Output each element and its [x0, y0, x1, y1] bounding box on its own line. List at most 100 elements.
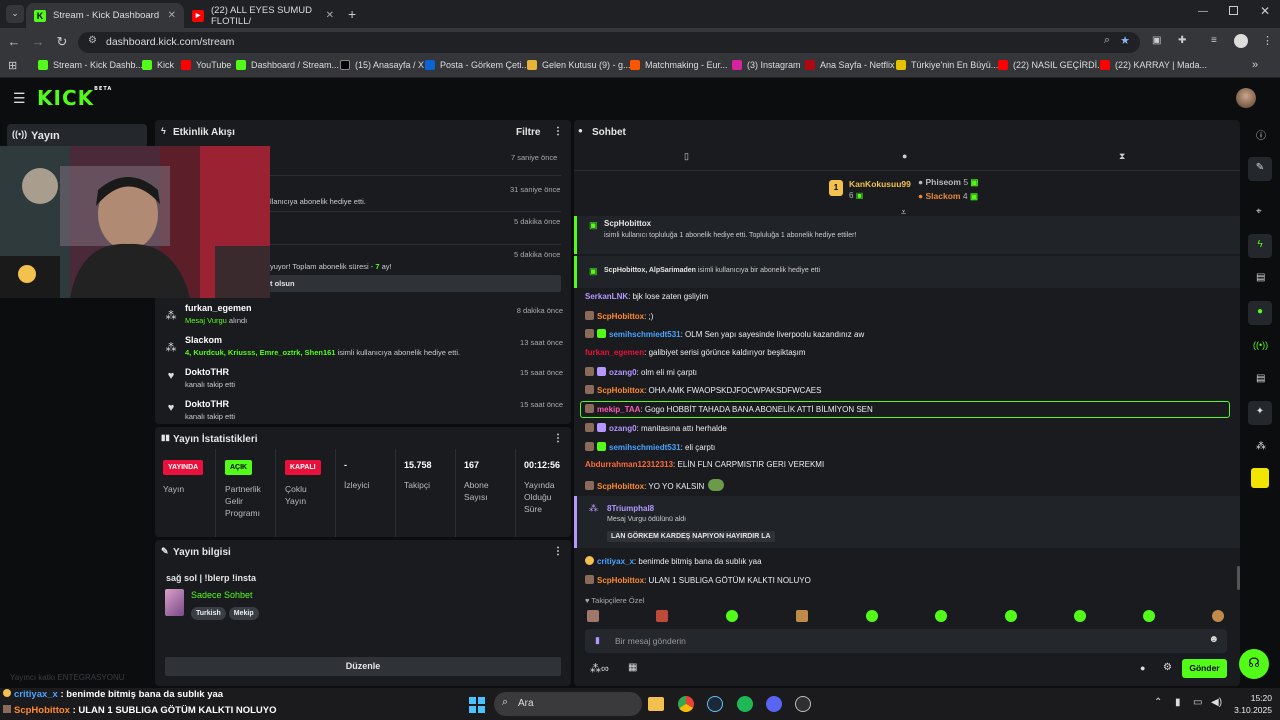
bookmark[interactable]: (22) NASIL GEÇİRDİ...	[998, 60, 1105, 70]
site-info-icon[interactable]: ⚙	[88, 35, 97, 46]
forward-button[interactable]: →	[30, 34, 46, 49]
emote[interactable]	[587, 610, 599, 622]
broadcast-icon[interactable]: ((•))	[1253, 340, 1268, 350]
microphone-icon[interactable]: ▮	[1175, 697, 1181, 708]
filter-button[interactable]: Filtre	[516, 127, 540, 138]
chrome-icon[interactable]	[678, 696, 694, 712]
infinity-icon[interactable]: ⁂∞	[590, 662, 609, 675]
spotify-icon[interactable]	[737, 696, 753, 712]
kick-logo[interactable]: KICKBETA	[37, 86, 112, 110]
emote[interactable]	[656, 610, 668, 622]
sidebar-item-stream[interactable]: ((•)) Yayın	[7, 124, 147, 148]
clock-time[interactable]: 15:20	[1236, 693, 1272, 703]
emote[interactable]	[1212, 610, 1224, 622]
pencil-icon[interactable]: ✎	[1248, 157, 1272, 181]
chat-username[interactable]: mekip_TAA	[597, 405, 640, 414]
tab-list-icon[interactable]: ≡	[1211, 35, 1217, 46]
taskbar-search[interactable]: ⌕ Ara	[494, 692, 642, 716]
event-username[interactable]: DoktoTHR	[185, 399, 229, 409]
chat-username[interactable]: ScpHobittox	[597, 482, 644, 491]
browser-menu-icon[interactable]: ⋮	[1262, 34, 1273, 47]
url-input[interactable]: ⚙ dashboard.kick.com/stream ⌕ ★	[78, 32, 1140, 53]
steam-icon[interactable]	[707, 696, 723, 712]
close-icon[interactable]: ✕	[326, 10, 334, 21]
back-button[interactable]: ←	[6, 34, 22, 49]
chat-username[interactable]: Abdurrahman12312313	[585, 460, 673, 469]
reload-button[interactable]: ↻	[54, 34, 70, 50]
bookmark[interactable]: (3) Instagram	[732, 60, 801, 70]
emote[interactable]	[726, 610, 738, 622]
chat-icon[interactable]: ●	[1248, 301, 1272, 325]
volume-icon[interactable]: ◀)	[1211, 697, 1222, 708]
close-icon[interactable]: ✕	[168, 10, 176, 21]
more-options-icon[interactable]: ⋮	[553, 546, 563, 557]
file-explorer-icon[interactable]	[648, 697, 664, 711]
chat-username[interactable]: SerkanLNK	[585, 292, 628, 301]
tab-youtube[interactable]: ▶ (22) ALL EYES SUMUD FLOTILL/ ✕	[184, 3, 342, 28]
tab-kick-dashboard[interactable]: K Stream - Kick Dashboard ✕	[26, 3, 184, 28]
settings-icon[interactable]: ⚙	[1163, 662, 1172, 673]
document-icon[interactable]: ▤	[1256, 272, 1265, 283]
layout-icon[interactable]: ▤	[1256, 373, 1265, 384]
puzzle-icon[interactable]: ✚	[1178, 35, 1186, 46]
bookmark[interactable]: Matchmaking - Eur...	[630, 60, 728, 70]
bookmark[interactable]: Posta - Görkem Çeti...	[425, 60, 529, 70]
trash-icon[interactable]: ▯	[684, 151, 689, 162]
calendar-icon[interactable]	[1251, 468, 1269, 488]
focus-icon[interactable]: ⌖	[1256, 206, 1262, 217]
emote[interactable]	[866, 610, 878, 622]
bookmark[interactable]: YouTube	[181, 60, 231, 70]
gifter-name[interactable]: ScpHobittox	[604, 219, 651, 228]
tag[interactable]: Mekip	[228, 607, 259, 620]
apps-icon[interactable]: ⊞	[8, 59, 17, 72]
edit-button[interactable]: Düzenle	[165, 657, 561, 676]
more-bookmarks-icon[interactable]: »	[1252, 59, 1258, 71]
bookmark[interactable]: Stream - Kick Dashb...	[38, 60, 143, 70]
chat-input[interactable]: ▮ Bir mesaj gönderin ☻	[585, 629, 1227, 653]
top-gifter-name[interactable]: KanKokusuu99	[849, 179, 911, 189]
chat-username[interactable]: critiyax_x	[597, 557, 634, 566]
maximize-button[interactable]	[1229, 6, 1238, 15]
category-name[interactable]: Sadece Sohbet	[191, 590, 253, 600]
hourglass-icon[interactable]: ⧗	[1119, 151, 1125, 162]
obs-icon[interactable]	[795, 696, 811, 712]
more-options-icon[interactable]: ⋮	[553, 126, 563, 137]
start-button[interactable]	[469, 697, 485, 713]
bookmark[interactable]: Kick	[142, 60, 174, 70]
bookmark[interactable]: Dashboard / Stream...	[236, 60, 339, 70]
tray-chevron-icon[interactable]: ⌃	[1154, 697, 1162, 708]
second-gifter[interactable]: ● Phiseom 5 ▣	[918, 177, 978, 188]
wrench-icon[interactable]: ✦	[1248, 401, 1272, 425]
minimize-button[interactable]: —	[1198, 6, 1208, 17]
emote[interactable]	[1143, 610, 1155, 622]
network-icon[interactable]: ▭	[1193, 697, 1202, 708]
star-icon[interactable]: ★	[1120, 34, 1130, 47]
close-window-button[interactable]: ✕	[1260, 4, 1270, 18]
chat-username[interactable]: ozang0	[609, 368, 637, 377]
store-icon[interactable]: ▦	[628, 662, 637, 673]
info-icon[interactable]: ⓘ	[1256, 127, 1266, 142]
redeem-username[interactable]: 8Triumphal8	[607, 504, 654, 513]
microphone-icon[interactable]: ▮	[595, 635, 600, 646]
third-gifter[interactable]: ● Slackom 4 ▣	[918, 191, 978, 202]
bookmark[interactable]: Gelen Kutusu (9) - g...	[527, 60, 631, 70]
app-icon[interactable]	[766, 696, 782, 712]
new-tab-button[interactable]: +	[348, 6, 356, 22]
chat-bubble-icon[interactable]: ●	[1140, 663, 1145, 673]
extension-icon[interactable]: ▣	[1152, 35, 1161, 46]
emote[interactable]	[1074, 610, 1086, 622]
emote[interactable]	[1005, 610, 1017, 622]
bookmark[interactable]: (15) Anasayfa / X	[340, 60, 424, 70]
chat-username[interactable]: ScpHobittox	[597, 576, 644, 585]
sparkle-icon[interactable]: ⁂	[1256, 441, 1266, 452]
menu-icon[interactable]: ☰	[13, 90, 26, 107]
chat-username[interactable]: ScpHobittox	[597, 386, 644, 395]
event-username[interactable]: DoktoTHR	[185, 367, 229, 377]
bookmark[interactable]: Ana Sayfa - Netflix	[805, 60, 895, 70]
bolt-icon[interactable]: ϟ	[1248, 234, 1272, 258]
clock-date[interactable]: 3.10.2025	[1226, 705, 1272, 715]
chat-username[interactable]: furkan_egemen	[585, 348, 644, 357]
tab-search-icon[interactable]: ⌄	[6, 5, 24, 23]
more-options-icon[interactable]: ⋮	[553, 433, 563, 444]
emote[interactable]	[935, 610, 947, 622]
